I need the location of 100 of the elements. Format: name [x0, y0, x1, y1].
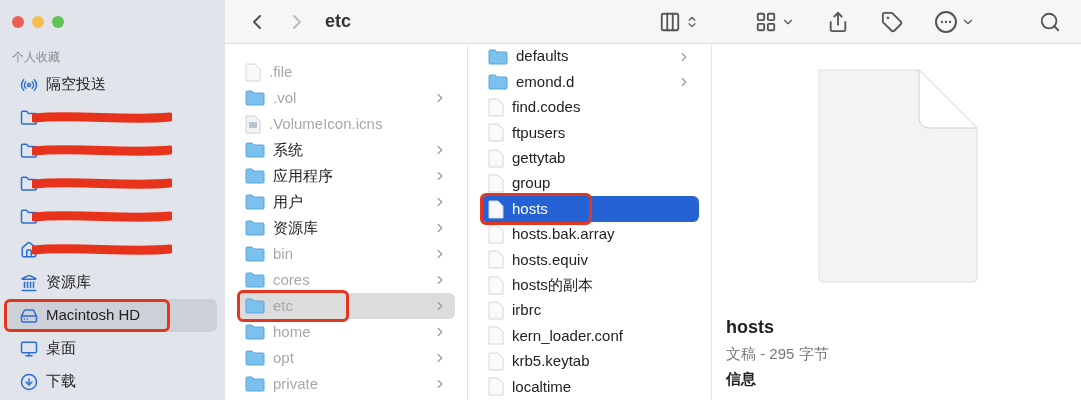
hard-drive-icon [20, 306, 38, 325]
file-row[interactable]: localtime [480, 374, 699, 400]
sidebar-label: Macintosh HD [46, 305, 141, 326]
sidebar-item[interactable]: 桌面 [8, 332, 217, 365]
file-name: group [512, 173, 551, 194]
document-icon [488, 301, 504, 321]
folder-icon [245, 142, 265, 158]
file-name: find.codes [512, 97, 581, 118]
folder-icon [488, 48, 508, 65]
document-icon [488, 148, 504, 168]
folder-icon [20, 207, 38, 226]
folder-icon [245, 194, 265, 210]
desktop-icon [20, 339, 38, 358]
file-name: ftpusers [512, 122, 566, 143]
folder-icon [245, 90, 265, 106]
grid-view-button[interactable] [755, 10, 795, 33]
sidebar-item[interactable]: 下载 [8, 365, 217, 398]
file-name: private [273, 373, 319, 394]
zoom-button[interactable] [52, 16, 64, 28]
file-name: kern_loader.conf [512, 325, 623, 346]
file-name: hosts的副本 [512, 274, 593, 295]
document-icon [488, 275, 504, 295]
sidebar-label: 隔空投送 [46, 74, 106, 95]
folder-icon [488, 74, 508, 91]
file-row[interactable]: hosts [480, 196, 699, 222]
file-name: irbrc [512, 300, 542, 321]
file-name: emond.d [516, 71, 575, 92]
file-name: bin [273, 243, 294, 264]
file-name: .VolumeIcon.icns [269, 113, 383, 134]
sidebar-item[interactable]: 隔空投送 [8, 68, 217, 101]
file-name: .vol [273, 87, 297, 108]
file-row[interactable]: defaults [480, 44, 699, 70]
columns-icon [659, 10, 681, 33]
sidebar-label: 资源库 [46, 272, 91, 293]
file-name: 系统 [273, 139, 303, 160]
document-icon [488, 174, 504, 194]
share-icon[interactable] [827, 10, 849, 33]
file-row[interactable]: 用户 [237, 189, 455, 215]
image-file-icon [245, 114, 261, 134]
sidebar-item[interactable]: 资源库 [8, 266, 217, 299]
file-row[interactable]: hosts.bak.array [480, 221, 699, 248]
close-button[interactable] [12, 16, 24, 28]
file-row[interactable]: hosts.equiv [480, 247, 699, 273]
file-name: cores [273, 269, 310, 290]
library-icon [20, 273, 38, 292]
file-name: 用户 [273, 191, 303, 212]
file-name: home [273, 321, 311, 342]
document-icon [488, 224, 504, 244]
folder-icon [245, 298, 265, 314]
file-name: hosts.equiv [512, 249, 588, 270]
file-name: localtime [512, 376, 572, 397]
search-icon[interactable] [1039, 10, 1061, 33]
file-name: hosts.bak.array [512, 224, 615, 245]
sidebar-label: 桌面 [46, 338, 76, 359]
folder-icon [20, 108, 38, 127]
file-name: .file [269, 61, 293, 82]
file-row[interactable]: emond.d [480, 69, 699, 95]
preview-file-info: 文稿 - 295 字节 [726, 344, 830, 364]
file-row[interactable]: find.codes [480, 94, 699, 121]
more-button[interactable] [935, 10, 975, 33]
folder-icon [245, 272, 265, 288]
file-row[interactable]: 系统 [237, 137, 455, 163]
document-icon [488, 326, 504, 346]
document-icon [488, 97, 504, 117]
file-name: 资源库 [273, 217, 318, 238]
folder-icon [245, 168, 265, 184]
sidebar-section-title: 个人收藏 [11, 49, 61, 66]
house-icon [20, 240, 38, 259]
file-name: defaults [516, 46, 569, 67]
file-row[interactable]: group [480, 170, 699, 197]
document-icon [245, 62, 261, 82]
file-name: 应用程序 [273, 165, 333, 186]
document-icon [488, 199, 504, 219]
document-icon [488, 250, 504, 270]
file-name: gettytab [512, 148, 566, 168]
folder-icon [20, 141, 38, 160]
document-icon [488, 123, 504, 143]
document-icon [488, 351, 504, 371]
file-name: krb5.keytab [512, 351, 590, 372]
folder-icon [245, 350, 265, 366]
tag-icon[interactable] [881, 10, 903, 33]
file-row[interactable]: 应用程序 [237, 163, 455, 189]
document-icon [488, 377, 504, 397]
file-row[interactable]: 资源库 [237, 215, 455, 241]
folder-icon [245, 246, 265, 262]
preview-file-name: hosts [726, 316, 775, 339]
window-title: etc [325, 10, 351, 33]
file-row[interactable]: irbrc [480, 297, 699, 324]
file-name: hosts [512, 198, 548, 219]
file-name: opt [273, 347, 294, 368]
ellipsis-icon [935, 10, 957, 33]
file-row[interactable]: ftpusers [480, 120, 699, 146]
file-row[interactable]: hosts的副本 [480, 272, 699, 298]
file-row[interactable]: gettytab [480, 145, 699, 171]
folder-icon [20, 174, 38, 193]
folder-icon [245, 376, 265, 392]
file-row[interactable]: kern_loader.conf [480, 323, 699, 349]
sidebar-label: 下载 [46, 371, 76, 392]
preview-section-title: 信息 [726, 368, 757, 389]
file-row[interactable]: krb5.keytab [480, 348, 699, 375]
